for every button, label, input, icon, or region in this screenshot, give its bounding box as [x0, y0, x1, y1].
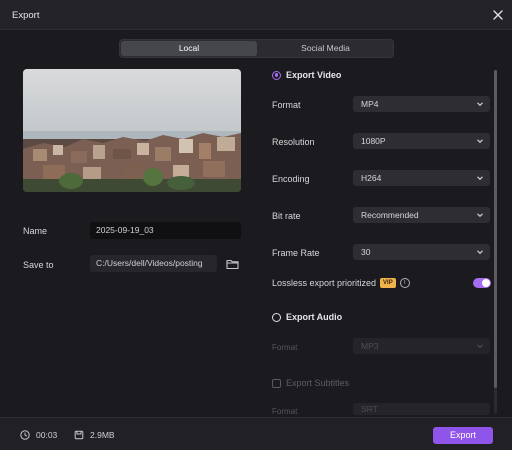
- frame-rate-select[interactable]: 30: [353, 244, 490, 260]
- format-select[interactable]: MP4: [353, 96, 490, 112]
- encoding-value: H264: [361, 173, 382, 183]
- lossless-export-row: Lossless export prioritized VIP i: [272, 278, 410, 288]
- chevron-down-icon: [477, 344, 483, 349]
- format-value: MP4: [361, 99, 379, 109]
- bit-rate-label: Bit rate: [272, 211, 301, 221]
- export-subtitles-header: Export Subtitles: [272, 378, 349, 388]
- export-audio-header: Export Audio: [272, 312, 342, 322]
- export-subtitles-label: Export Subtitles: [286, 378, 350, 388]
- encoding-select[interactable]: H264: [353, 170, 490, 186]
- save-path-input[interactable]: C:/Users/dell/Videos/posting: [90, 255, 217, 272]
- file-size-value: 2.9MB: [90, 430, 115, 440]
- tab-social-media[interactable]: Social Media: [258, 41, 393, 56]
- vip-badge: VIP: [380, 278, 396, 288]
- export-audio-radio[interactable]: [272, 312, 281, 322]
- name-label: Name: [23, 226, 48, 236]
- audio-format-label: Format: [272, 343, 298, 352]
- export-button[interactable]: Export: [433, 427, 493, 444]
- footer-bar: 00:03 2.9MB Export: [0, 417, 512, 450]
- resolution-select[interactable]: 1080P: [353, 133, 490, 149]
- export-audio-label: Export Audio: [286, 312, 343, 322]
- duration-info: 00:03: [20, 430, 57, 440]
- export-video-header: Export Video: [272, 70, 341, 80]
- lossless-toggle[interactable]: [473, 278, 491, 288]
- close-icon[interactable]: [491, 8, 505, 22]
- info-icon[interactable]: i: [399, 278, 410, 288]
- resolution-value: 1080P: [361, 136, 386, 146]
- duration-value: 00:03: [36, 430, 58, 440]
- chevron-down-icon: [477, 250, 483, 255]
- chevron-down-icon: [477, 139, 483, 144]
- title-bar: Export: [0, 0, 512, 30]
- audio-format-value: MP3: [361, 341, 379, 351]
- scrollbar-thumb[interactable]: [494, 70, 497, 388]
- subtitle-format-value: SRT: [361, 404, 378, 414]
- folder-icon[interactable]: [226, 258, 239, 270]
- export-subtitles-checkbox[interactable]: [272, 378, 281, 388]
- chevron-down-icon: [477, 213, 483, 218]
- frame-rate-value: 30: [361, 247, 371, 257]
- chevron-down-icon: [477, 102, 483, 107]
- file-name-input[interactable]: 2025-09-19_03: [90, 222, 241, 239]
- lossless-label: Lossless export prioritized: [272, 278, 377, 288]
- tab-local[interactable]: Local: [121, 41, 257, 56]
- clock-icon: [20, 430, 30, 440]
- export-video-label: Export Video: [286, 70, 342, 80]
- format-label: Format: [272, 100, 301, 110]
- export-video-radio[interactable]: [272, 70, 281, 80]
- bit-rate-select[interactable]: Recommended: [353, 207, 490, 223]
- resolution-label: Resolution: [272, 137, 315, 147]
- chevron-down-icon: [477, 176, 483, 181]
- export-tabs: Local Social Media: [119, 39, 394, 58]
- save-to-label: Save to: [23, 260, 54, 270]
- frame-rate-label: Frame Rate: [272, 248, 320, 258]
- bit-rate-value: Recommended: [361, 210, 419, 220]
- encoding-label: Encoding: [272, 174, 310, 184]
- subtitle-format-select[interactable]: SRT: [353, 403, 490, 415]
- window-title: Export: [12, 10, 40, 21]
- file-size-icon: [74, 430, 84, 440]
- audio-format-select[interactable]: MP3: [353, 338, 490, 354]
- settings-scrollbar[interactable]: [494, 70, 497, 414]
- subtitle-format-label: Format: [272, 407, 298, 416]
- file-size-info: 2.9MB: [74, 430, 115, 440]
- video-preview-thumbnail: [23, 69, 241, 192]
